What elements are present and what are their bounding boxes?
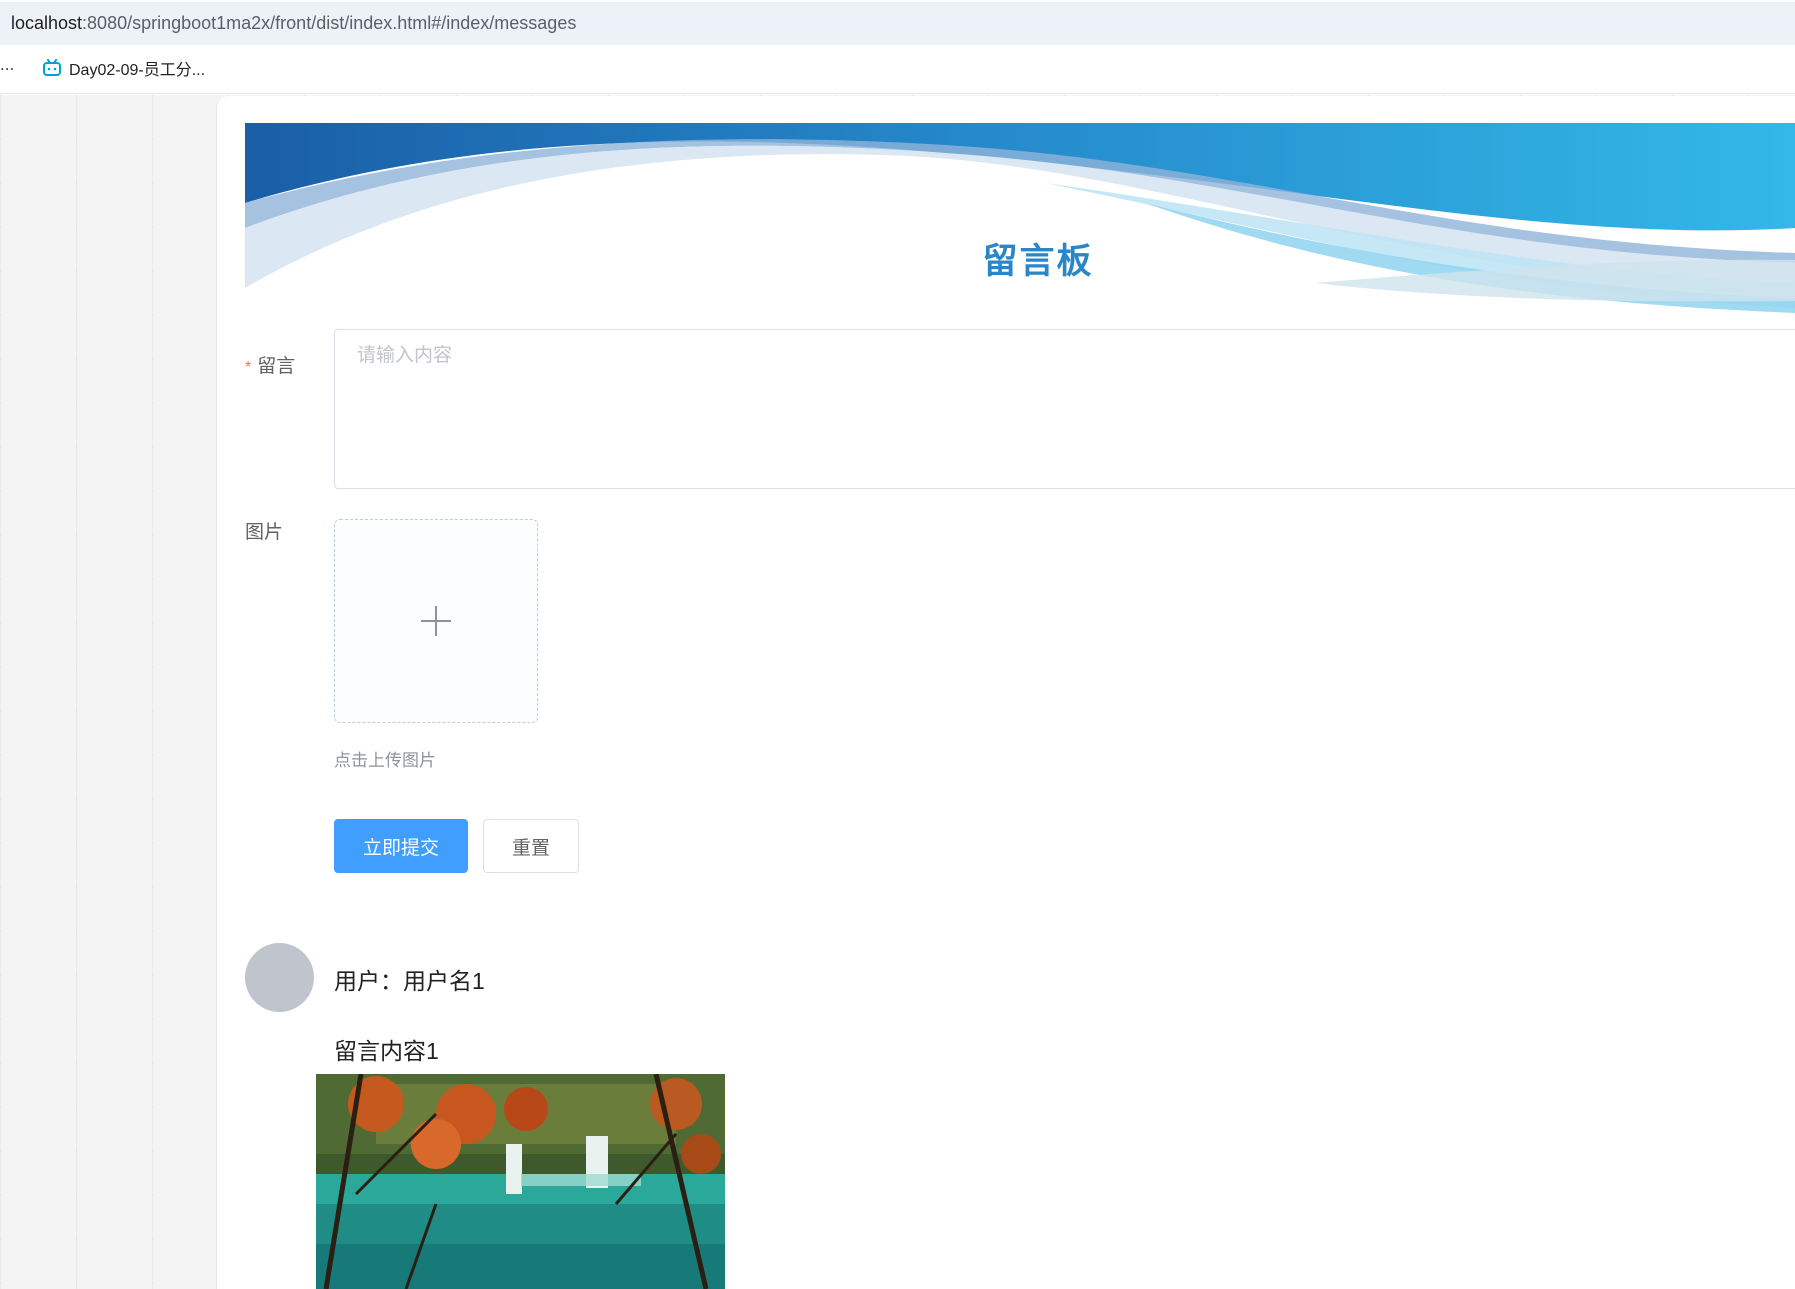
bookmarks-overflow[interactable]: ...	[0, 56, 14, 74]
page-title: 留言板	[982, 242, 1094, 281]
address-bar[interactable]: localhost:8080/springboot1ma2x/front/dis…	[0, 2, 1795, 45]
url-path: :8080/springboot1ma2x/front/dist/index.h…	[82, 13, 577, 33]
message-board-card: 留言板 * 留言 图片 点击上传图片 立即提交 重置 用户：用户名1 留言内容1	[216, 96, 1795, 1289]
plus-icon	[421, 606, 451, 636]
message-content: 留言内容1	[334, 1038, 439, 1064]
submit-button[interactable]: 立即提交	[334, 819, 468, 873]
url-text[interactable]: localhost:8080/springboot1ma2x/front/dis…	[11, 13, 576, 34]
bookmark-label: Day02-09-员工分...	[69, 62, 206, 79]
bookmarks-bar: ... Day02-09-员工分...	[0, 46, 1795, 94]
message-label-wrap: * 留言	[245, 351, 295, 378]
image-upload-box[interactable]	[334, 519, 538, 723]
required-marker: *	[245, 359, 252, 376]
bilibili-tv-icon	[43, 59, 61, 76]
message-label: 留言	[257, 356, 296, 377]
image-label: 图片	[245, 522, 284, 543]
url-host: localhost	[11, 13, 83, 33]
message-user: 用户：用户名1	[334, 968, 485, 994]
message-textarea[interactable]	[334, 329, 1795, 489]
reset-button[interactable]: 重置	[483, 819, 579, 873]
message-image	[316, 1074, 725, 1289]
avatar	[245, 943, 314, 1012]
bookmark-item[interactable]: Day02-09-员工分...	[42, 56, 205, 80]
upload-tip: 点击上传图片	[334, 751, 436, 770]
